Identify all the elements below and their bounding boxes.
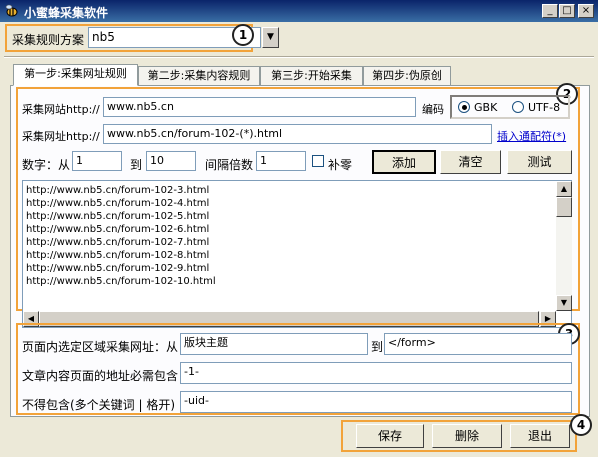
bee-icon — [5, 4, 18, 17]
list-item[interactable]: http://www.nb5.cn/forum-102-3.html — [26, 184, 554, 197]
tab-step3[interactable]: 第三步:开始采集 — [260, 66, 363, 85]
region-to-label: 到 — [371, 340, 384, 354]
close-button[interactable]: × — [578, 4, 594, 18]
list-item[interactable]: http://www.nb5.cn/forum-102-6.html — [26, 223, 554, 236]
test-button[interactable]: 测试 — [507, 150, 572, 174]
to-label: 到 — [130, 158, 143, 172]
scroll-thumb[interactable] — [556, 197, 572, 217]
utf8-label: UTF-8 — [528, 101, 561, 114]
exit-button[interactable]: 退出 — [510, 424, 570, 448]
from-input[interactable]: 1 — [72, 151, 122, 171]
gbk-radio[interactable] — [458, 101, 470, 113]
must-contain-label: 文章内容页面的地址必需包含 — [22, 369, 179, 383]
list-item[interactable]: http://www.nb5.cn/forum-102-5.html — [26, 210, 554, 223]
step-input[interactable]: 1 — [256, 151, 306, 171]
pad-zero-label: 补零 — [328, 158, 353, 172]
must-contain-input[interactable]: -1- — [180, 362, 572, 384]
url-list[interactable]: http://www.nb5.cn/forum-102-3.html http:/… — [22, 180, 572, 328]
insert-wildcard-link[interactable]: 插入通配符(*) — [497, 128, 566, 144]
delete-button[interactable]: 删除 — [432, 424, 502, 448]
url-list-items: http://www.nb5.cn/forum-102-3.html http:/… — [26, 184, 554, 288]
tab-step2[interactable]: 第二步:采集内容规则 — [138, 66, 260, 85]
region-label: 页面内选定区域采集网址：从 — [22, 340, 179, 354]
title-bar: 小蜜蜂采集软件 _ □ × — [0, 0, 598, 22]
list-item[interactable]: http://www.nb5.cn/forum-102-4.html — [26, 197, 554, 210]
tab-step4[interactable]: 第四步:伪原创 — [363, 66, 451, 85]
scroll-up-icon[interactable]: ▲ — [556, 181, 572, 197]
exclude-label: 不得包含(多个关键词 | 格开) — [22, 398, 176, 412]
url-label: 采集网址http:// — [22, 130, 100, 143]
clear-button[interactable]: 清空 — [440, 150, 501, 174]
to-input[interactable]: 10 — [146, 151, 196, 171]
save-button[interactable]: 保存 — [356, 424, 424, 448]
list-item[interactable]: http://www.nb5.cn/forum-102-8.html — [26, 249, 554, 262]
pad-zero-checkbox[interactable] — [312, 155, 324, 167]
scheme-label: 采集规则方案 — [12, 33, 85, 47]
exclude-input[interactable]: -uid- — [180, 391, 572, 413]
tab-step1[interactable]: 第一步:采集网址规则 — [13, 64, 138, 86]
step-label: 间隔倍数 — [205, 158, 254, 172]
divider — [4, 56, 594, 58]
badge-4: 4 — [570, 414, 592, 436]
gbk-label: GBK — [474, 101, 498, 114]
url-pattern-input[interactable]: www.nb5.cn/forum-102-(*).html — [103, 124, 492, 144]
scroll-down-icon[interactable]: ▼ — [556, 295, 572, 311]
maximize-button[interactable]: □ — [559, 4, 575, 18]
window-title: 小蜜蜂采集软件 — [24, 6, 109, 20]
region-to-input[interactable]: </form> — [384, 333, 572, 355]
list-item[interactable]: http://www.nb5.cn/forum-102-9.html — [26, 262, 554, 275]
number-label: 数字：从 — [22, 158, 71, 172]
site-label: 采集网站http:// — [22, 103, 100, 116]
add-button[interactable]: 添加 — [372, 150, 436, 174]
vertical-scrollbar[interactable]: ▲ ▼ — [556, 181, 572, 311]
badge-1: 1 — [232, 24, 254, 46]
chevron-down-icon[interactable]: ▼ — [262, 27, 279, 48]
list-item[interactable]: http://www.nb5.cn/forum-102-10.html — [26, 275, 554, 288]
region-from-input[interactable]: 版块主题 — [180, 333, 368, 355]
site-input[interactable]: www.nb5.cn — [103, 97, 416, 117]
utf8-radio[interactable] — [512, 101, 524, 113]
list-item[interactable]: http://www.nb5.cn/forum-102-7.html — [26, 236, 554, 249]
encoding-label: 编码 — [422, 103, 444, 116]
minimize-button[interactable]: _ — [542, 4, 558, 18]
